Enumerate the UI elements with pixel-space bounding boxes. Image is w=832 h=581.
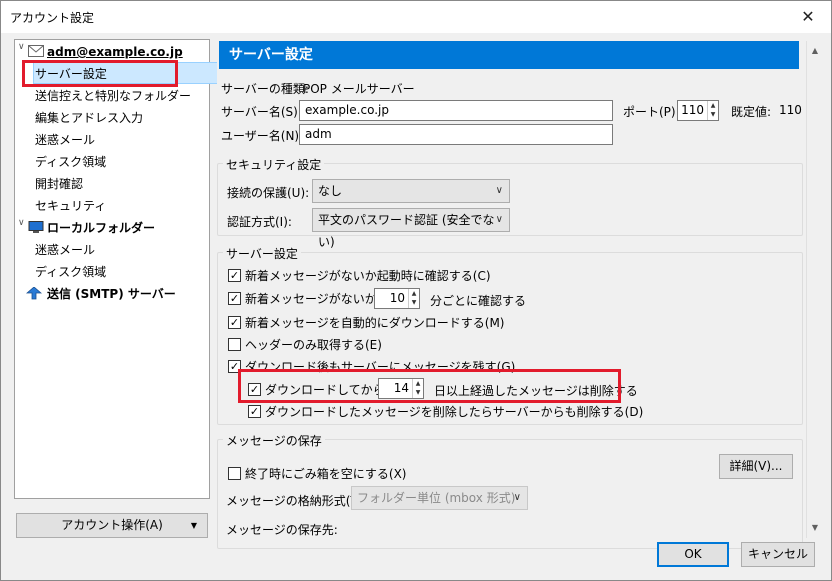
window-title: アカウント設定: [10, 11, 95, 25]
tree-item-composition[interactable]: 編集とアドレス入力: [35, 108, 143, 128]
auth-method-label: 認証方式(I):: [227, 215, 292, 229]
storage-format-select[interactable]: フォルダー単位 (mbox 形式) ∨: [351, 486, 528, 510]
default-port-value: 110: [779, 103, 802, 117]
title-bar: アカウント設定 ✕: [1, 1, 831, 33]
check-interval-value: 10: [389, 291, 405, 305]
scroll-down-icon[interactable]: ▼: [807, 520, 823, 536]
outgoing-server-icon: [25, 286, 43, 300]
storage-location-label: メッセージの保存先:: [226, 523, 338, 537]
tree-smtp-server[interactable]: 送信 (SMTP) サーバー: [47, 284, 176, 304]
server-name-label: サーバー名(S):: [221, 105, 302, 119]
connection-security-label: 接続の保護(U):: [227, 186, 310, 200]
check-on-startup-checkbox[interactable]: ✓: [228, 269, 241, 282]
auto-download-label: 新着メッセージを自動的にダウンロードする(M): [245, 316, 505, 330]
port-stepper[interactable]: 110 ▲ ▼: [677, 100, 719, 121]
close-button[interactable]: ✕: [785, 1, 831, 33]
auth-method-select[interactable]: 平文のパスワード認証 (安全でない) ∨: [312, 208, 510, 249]
check-every-label: 新着メッセージがないか(Y): [245, 292, 394, 306]
spinner-arrows-icon[interactable]: ▲ ▼: [707, 101, 718, 120]
account-tree: ∨ adm@example.co.jp サーバー設定 送信控えと特別なフォルダー…: [14, 39, 221, 499]
server-settings-panel: サーバー設定 サーバーの種類: POP メールサーバー サーバー名(S): ex…: [217, 39, 819, 549]
tree-item-receipts[interactable]: 開封確認: [35, 174, 83, 194]
envelope-icon: [28, 45, 44, 58]
default-port-label: 既定値:: [731, 105, 772, 119]
tree-item-copies-folders[interactable]: 送信控えと特別なフォルダー: [35, 86, 191, 106]
empty-trash-checkbox[interactable]: [228, 467, 241, 480]
details-button[interactable]: 詳細(V)...: [719, 454, 793, 479]
server-type-label: サーバーの種類:: [221, 82, 309, 96]
spinner-arrows-icon[interactable]: ▲ ▼: [408, 289, 419, 308]
dropdown-arrow-icon: ▼: [190, 521, 197, 530]
server-type-value: POP メールサーバー: [303, 82, 415, 96]
account-actions-button[interactable]: アカウント操作(A) ▼: [16, 513, 208, 538]
chevron-down-icon: ∨: [495, 185, 503, 196]
highlight-box-delete-after: [238, 369, 621, 403]
delete-sync-label: ダウンロードしたメッセージを削除したらサーバーからも削除する(D): [265, 405, 644, 419]
computer-icon: [28, 221, 44, 234]
connection-security-value: なし: [318, 184, 343, 198]
chevron-down-icon[interactable]: ∨: [18, 218, 28, 238]
check-every-suffix: 分ごとに確認する: [430, 294, 527, 308]
port-label: ポート(P):: [623, 105, 680, 119]
storage-group: メッセージの保存 終了時にごみ箱を空にする(X) 詳細(V)... メッセージの…: [217, 432, 803, 549]
page-title: サーバー設定: [219, 41, 799, 69]
delete-sync-checkbox[interactable]: ✓: [248, 405, 261, 418]
account-actions-label: アカウント操作(A): [61, 518, 163, 532]
server-name-input[interactable]: example.co.jp: [299, 100, 613, 121]
security-group-title: セキュリティ設定: [223, 156, 325, 173]
account-settings-window: アカウント設定 ✕ ∨ adm@example.co.jp サーバー設定 送信控…: [0, 0, 832, 581]
tree-account[interactable]: adm@example.co.jp: [47, 42, 183, 62]
username-input[interactable]: adm: [299, 124, 613, 145]
empty-trash-label: 終了時にごみ箱を空にする(X): [245, 467, 407, 481]
connection-security-select[interactable]: なし ∨: [312, 179, 510, 203]
tree-item-local-junk[interactable]: 迷惑メール: [35, 240, 95, 260]
headers-only-label: ヘッダーのみ取得する(E): [245, 338, 382, 352]
server-options-group-title: サーバー設定: [223, 245, 301, 262]
auth-method-value: 平文のパスワード認証 (安全でない): [318, 213, 495, 249]
storage-format-label: メッセージの格納形式(T):: [226, 494, 367, 508]
cancel-button[interactable]: キャンセル: [741, 542, 815, 567]
ok-button[interactable]: OK: [657, 542, 729, 567]
username-label: ユーザー名(N):: [221, 129, 304, 143]
chevron-down-icon[interactable]: ∨: [18, 42, 28, 62]
headers-only-checkbox[interactable]: [228, 338, 241, 351]
scroll-up-icon[interactable]: ▲: [807, 43, 823, 59]
tree-item-junk[interactable]: 迷惑メール: [35, 130, 95, 150]
auto-download-checkbox[interactable]: ✓: [228, 316, 241, 329]
check-every-checkbox[interactable]: ✓: [228, 292, 241, 305]
tree-local-folders[interactable]: ローカルフォルダー: [47, 218, 155, 238]
chevron-down-icon: ∨: [513, 492, 521, 503]
storage-format-value: フォルダー単位 (mbox 形式): [357, 491, 516, 505]
port-value: 110: [681, 103, 704, 117]
tree-item-security[interactable]: セキュリティ: [35, 196, 106, 216]
check-on-startup-label: 新着メッセージがないか起動時に確認する(C): [245, 269, 491, 283]
tree-item-local-disk[interactable]: ディスク領域: [35, 262, 106, 282]
check-interval-stepper[interactable]: 10 ▲ ▼: [374, 288, 420, 309]
panel-scrollbar[interactable]: ▲ ▼: [806, 41, 823, 538]
storage-group-title: メッセージの保存: [223, 432, 325, 449]
security-group: セキュリティ設定 接続の保護(U): なし ∨ 認証方式(I): 平文のパスワー…: [217, 156, 803, 249]
chevron-down-icon: ∨: [495, 214, 503, 225]
highlight-box-server-settings: [22, 60, 178, 87]
tree-item-disk-space[interactable]: ディスク領域: [35, 152, 106, 172]
